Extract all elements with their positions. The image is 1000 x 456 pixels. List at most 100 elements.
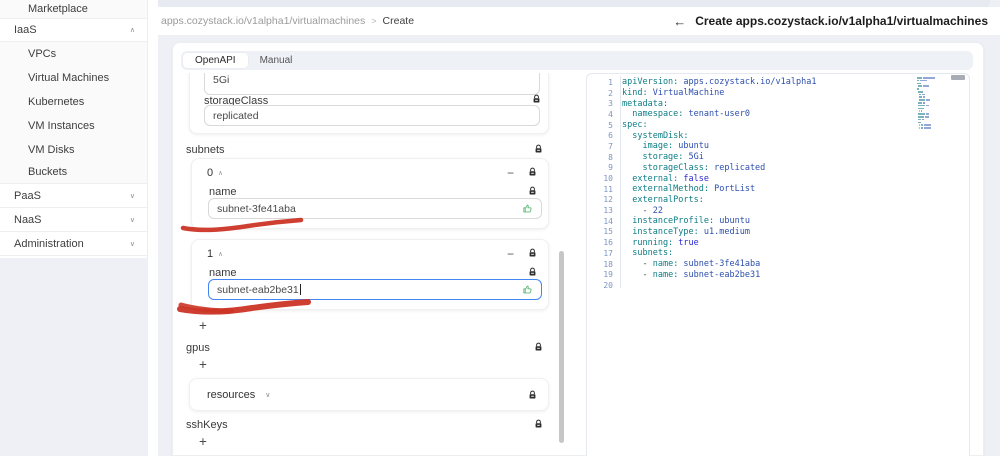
- minimap-slider[interactable]: [951, 75, 965, 80]
- minimap-line: [917, 77, 951, 79]
- remove-item-button[interactable]: −: [507, 248, 514, 260]
- code-line: 1 apiVersion: apps.cozystack.io/v1alpha1: [608, 77, 817, 88]
- item-index: 1: [207, 248, 214, 260]
- page-title: Create apps.cozystack.io/v1alpha1/virtua…: [695, 14, 988, 28]
- lock-icon[interactable]: [534, 144, 543, 154]
- code-line: 15 instanceType: u1.medium: [603, 226, 750, 237]
- sidebar-item-label: Administration: [14, 237, 84, 250]
- minimap-line: [918, 127, 951, 129]
- collapse-caret-icon: ∧: [218, 251, 223, 258]
- tab-openapi[interactable]: OpenAPI: [183, 53, 248, 68]
- expand-caret-icon: ∨: [265, 392, 271, 399]
- sidebar-item-vpcs[interactable]: VPCs: [0, 42, 147, 66]
- content-area: apps.cozystack.io/v1alpha1/virtualmachin…: [158, 0, 1000, 456]
- add-sshkey-button[interactable]: +: [199, 435, 207, 449]
- minimap-line: [917, 102, 951, 104]
- code-line: 16 running: true: [603, 237, 699, 248]
- minimap-line: [917, 104, 951, 107]
- back-arrow-icon[interactable]: ←: [673, 14, 686, 29]
- sidebar-item-vm-instances[interactable]: VM Instances: [0, 114, 147, 138]
- subnet-item-1-header[interactable]: 1 ∧: [207, 248, 223, 260]
- minimap-line: [917, 90, 951, 93]
- minimap-line: [917, 130, 951, 132]
- sidebar-item-label: Marketplace: [28, 3, 88, 15]
- storage-input[interactable]: 5Gi: [204, 73, 540, 95]
- subnet-item-0-header[interactable]: 0 ∧: [207, 167, 223, 179]
- lock-icon[interactable]: [528, 267, 537, 277]
- lock-icon[interactable]: [528, 167, 537, 177]
- sidebar-item-iaas[interactable]: IaaS ∧: [0, 19, 147, 42]
- sidebar-item-virtual-machines[interactable]: Virtual Machines: [0, 66, 147, 90]
- sidebar-item-label: Kubernetes: [28, 96, 85, 108]
- lock-icon[interactable]: [534, 342, 543, 352]
- collapse-caret-icon: ∧: [218, 170, 223, 177]
- text-cursor: [299, 284, 301, 296]
- add-subnet-button[interactable]: +: [199, 319, 207, 333]
- sidebar-item-naas[interactable]: NaaS ∨: [0, 208, 147, 232]
- minimap-line: [918, 99, 951, 101]
- minimap-line: [917, 88, 951, 90]
- sidebar-item-vm-disks[interactable]: VM Disks: [0, 138, 147, 161]
- page-header: apps.cozystack.io/v1alpha1/virtualmachin…: [158, 7, 1000, 35]
- minimap-line: [917, 118, 951, 121]
- lock-icon[interactable]: [532, 94, 541, 104]
- breadcrumb-path-link[interactable]: apps.cozystack.io/v1alpha1/virtualmachin…: [161, 15, 365, 27]
- storage-class-value: replicated: [213, 109, 259, 122]
- app-window: Marketplace IaaS ∧ VPCs Virtual Machines…: [0, 0, 1000, 456]
- yaml-editor[interactable]: 1 apiVersion: apps.cozystack.io/v1alpha1 2…: [586, 73, 970, 456]
- tab-manual[interactable]: Manual: [248, 53, 305, 68]
- subnet-item-0-card: 0 ∧ − name subnet-3fe41aba: [191, 158, 549, 229]
- minimap-line: [917, 115, 951, 118]
- code-line: 19 - name: subnet-eab2be31: [603, 269, 761, 280]
- code-line: 18 - name: subnet-3fe41aba: [603, 259, 761, 270]
- sidebar: Marketplace IaaS ∧ VPCs Virtual Machines…: [0, 0, 148, 258]
- code-line: 7 image: ubuntu: [608, 141, 710, 152]
- sidebar-item-label: NaaS: [14, 213, 42, 226]
- code-line: 2 kind: VirtualMachine: [608, 88, 725, 99]
- subnet-1-name-input[interactable]: subnet-eab2be31: [208, 279, 542, 300]
- chevron-down-icon: ∨: [129, 216, 135, 224]
- resources-header[interactable]: resources ∨: [207, 389, 270, 401]
- gpus-label: gpus: [186, 342, 210, 354]
- item-index: 0: [207, 167, 214, 179]
- sidebar-item-kubernetes[interactable]: Kubernetes: [0, 90, 147, 114]
- sidebar-item-marketplace[interactable]: Marketplace: [0, 0, 147, 19]
- lock-icon[interactable]: [528, 248, 537, 258]
- form-scroll-area: 5Gi storageClass replicated subnets 0 ∧ …: [181, 73, 558, 456]
- lock-icon[interactable]: [528, 390, 537, 400]
- subnet-item-1-card: 1 ∧ − name subnet-eab2be31: [191, 239, 549, 310]
- lock-icon[interactable]: [534, 419, 543, 429]
- thumbs-up-icon[interactable]: [522, 284, 533, 295]
- code-line: 5 spec:: [608, 120, 648, 131]
- storage-class-input[interactable]: replicated: [204, 105, 540, 126]
- sidebar-item-label: Buckets: [28, 166, 68, 178]
- remove-item-button[interactable]: −: [507, 167, 514, 179]
- add-gpu-button[interactable]: +: [199, 358, 207, 372]
- sshkeys-label: sshKeys: [186, 419, 228, 431]
- create-header: ← Create apps.cozystack.io/v1alpha1/virt…: [673, 14, 988, 29]
- name-label: name: [209, 186, 237, 198]
- thumbs-up-icon[interactable]: [522, 203, 533, 214]
- resources-card[interactable]: resources ∨: [189, 378, 549, 411]
- minimap-line: [918, 96, 951, 99]
- sidebar-item-administration[interactable]: Administration ∨: [0, 232, 147, 256]
- lock-icon[interactable]: [528, 186, 537, 196]
- resources-label: resources: [207, 389, 256, 401]
- code-line: 20: [603, 280, 613, 290]
- code-line: 4 namespace: tenant-user0: [608, 109, 750, 120]
- minimap[interactable]: [917, 77, 951, 133]
- minimap-line: [917, 113, 951, 115]
- code-line: 12 externalPorts:: [603, 194, 704, 205]
- sidebar-item-paas[interactable]: PaaS ∨: [0, 184, 147, 208]
- code-line: 10 external: false: [603, 173, 710, 184]
- minimap-line: [918, 110, 951, 112]
- code-line: 3 metadata:: [608, 98, 669, 109]
- sidebar-item-buckets[interactable]: Buckets: [0, 161, 147, 184]
- minimap-line: [917, 121, 951, 124]
- subnet-0-value: subnet-3fe41aba: [217, 202, 296, 215]
- code-line: 8 storage: 5Gi: [608, 152, 704, 163]
- minimap-line: [917, 85, 951, 87]
- subnet-0-name-input[interactable]: subnet-3fe41aba: [208, 198, 542, 219]
- breadcrumb-separator: >: [371, 16, 377, 26]
- form-scrollbar-thumb[interactable]: [559, 251, 564, 443]
